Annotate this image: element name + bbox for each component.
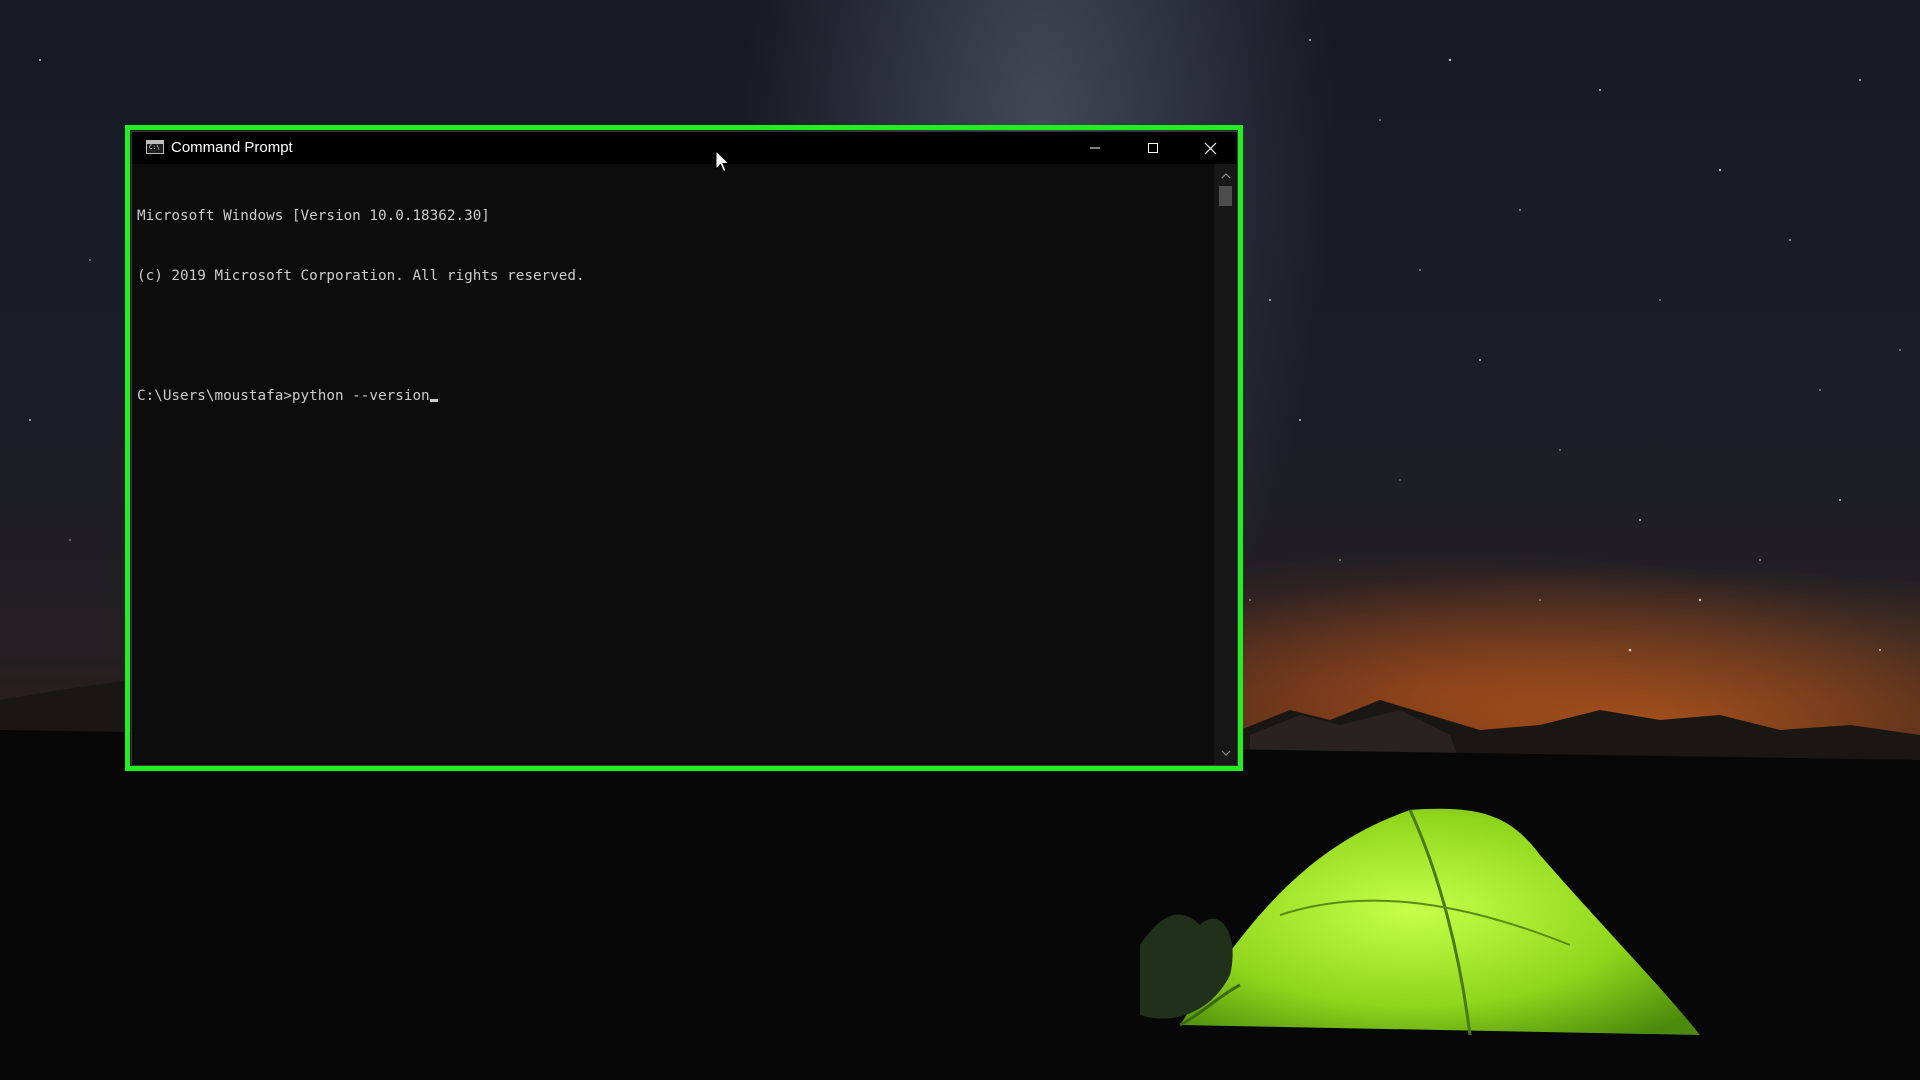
title-bar[interactable]: C:\ Command Prompt (132, 132, 1237, 164)
chevron-up-icon (1221, 173, 1230, 179)
maximize-button[interactable] (1124, 132, 1182, 164)
close-button[interactable] (1181, 132, 1239, 164)
console-prompt-line[interactable]: C:\Users\moustafa>python --version (137, 386, 1214, 406)
minimize-icon (1090, 147, 1100, 149)
text-cursor (429, 399, 438, 402)
chevron-down-icon (1221, 750, 1230, 756)
mouse-pointer-icon (715, 150, 731, 173)
close-icon (1204, 142, 1216, 154)
scroll-thumb[interactable] (1219, 186, 1232, 206)
vertical-scrollbar[interactable] (1214, 164, 1237, 765)
command-prompt-window[interactable]: C:\ Command Prompt Microsoft Windows [Ve… (131, 131, 1238, 766)
console-output[interactable]: Microsoft Windows [Version 10.0.18362.30… (132, 164, 1214, 765)
tent (1140, 808, 1700, 1036)
scroll-down-button[interactable] (1214, 745, 1237, 761)
cmd-icon: C:\ (146, 140, 164, 154)
minimize-button[interactable] (1066, 132, 1124, 164)
scroll-up-button[interactable] (1214, 168, 1237, 184)
console-line: (c) 2019 Microsoft Corporation. All righ… (137, 268, 585, 284)
maximize-icon (1148, 143, 1158, 153)
window-title: Command Prompt (171, 139, 293, 156)
desktop-wallpaper: C:\ Command Prompt Microsoft Windows [Ve… (0, 0, 1920, 1080)
console-line: Microsoft Windows [Version 10.0.18362.30… (137, 208, 490, 224)
command-input[interactable]: C:\Users\moustafa>python --version (137, 388, 430, 404)
